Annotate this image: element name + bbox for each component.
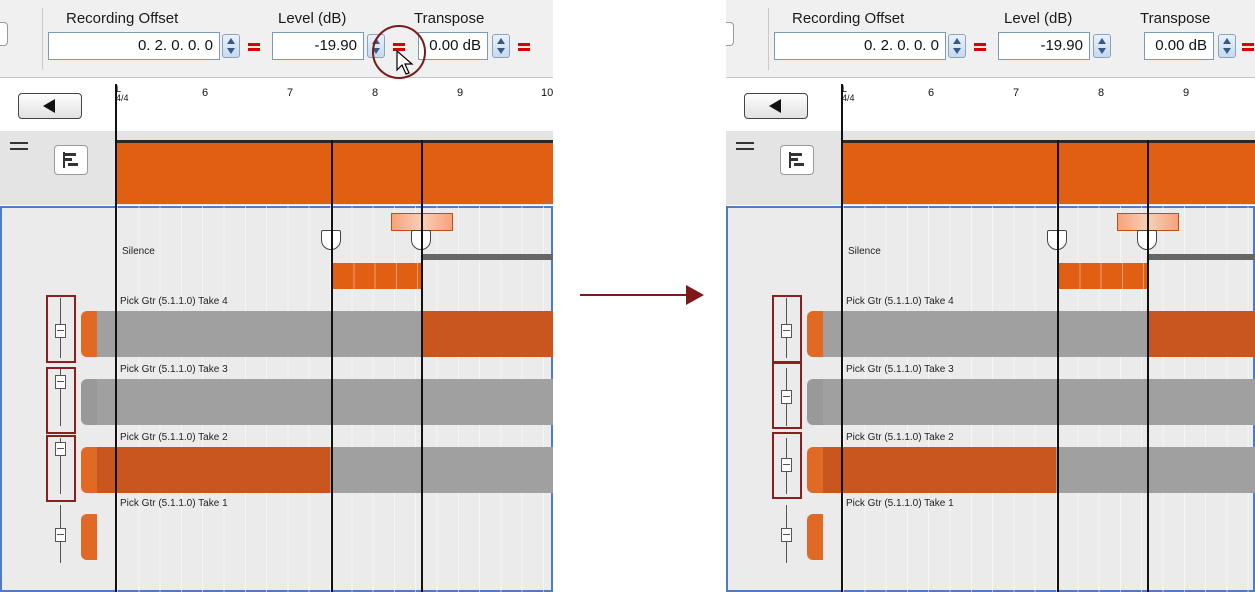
take-4-active-region[interactable]	[422, 311, 553, 357]
fader-highlight-box	[46, 367, 76, 434]
recording-offset-link-icon[interactable]	[248, 43, 260, 51]
selection-bar	[1148, 254, 1255, 260]
take-1-fader[interactable]	[781, 528, 792, 542]
back-arrow-button[interactable]	[744, 93, 808, 119]
take-4-tab[interactable]	[807, 311, 823, 357]
ruler-bar-8: 8	[1098, 87, 1105, 99]
comp-clip[interactable]	[841, 140, 1255, 204]
take-2-tab[interactable]	[81, 447, 97, 493]
ruler-bar-9: 9	[1183, 87, 1190, 99]
transpose-link-icon[interactable]	[1242, 43, 1254, 51]
level-field[interactable]: -19.90	[998, 32, 1090, 60]
lane-view-icon[interactable]	[780, 145, 814, 175]
take-4-label: Pick Gtr (5.1.1.0) Take 4	[846, 296, 954, 307]
ruler-area: L 4/4 6 7 8 9 10	[0, 79, 553, 131]
take-3-label: Pick Gtr (5.1.1.0) Take 3	[846, 364, 954, 375]
panel-after: Recording Offset Level (dB) Transpose 0.…	[726, 0, 1255, 592]
take-2-label: Pick Gtr (5.1.1.0) Take 2	[120, 432, 228, 443]
recording-offset-link-icon[interactable]	[974, 43, 986, 51]
take-4-tab[interactable]	[81, 311, 97, 357]
lane-view-icon[interactable]	[54, 145, 88, 175]
locator-marker[interactable]: L 4/4	[842, 85, 855, 103]
fader-highlight-box	[46, 295, 76, 363]
toolbar-divider	[768, 8, 769, 70]
take-3-label: Pick Gtr (5.1.1.0) Take 3	[120, 364, 228, 375]
take-2-active-region[interactable]	[97, 447, 330, 493]
transpose-label: Transpose	[1140, 10, 1211, 27]
ruler-bar-9: 9	[457, 87, 464, 99]
transition-arrow-head	[686, 285, 704, 305]
level-field[interactable]: -19.90	[272, 32, 364, 60]
list-view-icon[interactable]	[10, 140, 44, 170]
transpose-spin-icon[interactable]	[1218, 34, 1236, 58]
transition-arrow	[580, 294, 690, 296]
take-2-region[interactable]	[1056, 447, 1255, 493]
silence-segment[interactable]	[332, 263, 422, 289]
back-arrow-button[interactable]	[18, 93, 82, 119]
take-3-tab[interactable]	[81, 379, 97, 425]
transpose-field[interactable]: 0.00 dB	[418, 32, 488, 60]
take-2-tab[interactable]	[807, 447, 823, 493]
level-label: Level (dB)	[278, 10, 347, 27]
recording-offset-spin-icon[interactable]	[948, 34, 966, 58]
take-1-tab[interactable]	[807, 514, 823, 560]
recording-offset-label: Recording Offset	[792, 10, 905, 27]
level-spin-icon[interactable]	[1093, 34, 1111, 58]
toolbar-edge-button[interactable]	[0, 22, 8, 46]
transpose-field[interactable]: 0.00 dB	[1144, 32, 1214, 60]
toolbar: Recording Offset Level (dB) Transpose 0.…	[0, 0, 553, 79]
panel-before: Recording Offset Level (dB) Transpose 0.…	[0, 0, 553, 592]
fader-highlight-box	[46, 435, 76, 502]
take-3-region[interactable]	[823, 379, 1255, 425]
take-4-region[interactable]	[823, 311, 1148, 357]
take-1-label: Pick Gtr (5.1.1.0) Take 1	[846, 498, 954, 509]
take-2-label: Pick Gtr (5.1.1.0) Take 2	[846, 432, 954, 443]
locator-marker[interactable]: L 4/4	[116, 85, 129, 103]
take-1-fader[interactable]	[55, 528, 66, 542]
fader-highlight-box	[772, 362, 802, 429]
recording-offset-field[interactable]: 0. 2. 0. 0. 0	[48, 32, 220, 60]
pointer-icon	[396, 50, 414, 75]
ruler-bar-6: 6	[202, 87, 209, 99]
silence-label: Silence	[848, 246, 881, 257]
take-4-label: Pick Gtr (5.1.1.0) Take 4	[120, 296, 228, 307]
comp-boundary-line	[1057, 140, 1059, 592]
silence-label: Silence	[122, 246, 155, 257]
selection-bar	[422, 254, 553, 260]
ruler-bar-8: 8	[372, 87, 379, 99]
take-1-label: Pick Gtr (5.1.1.0) Take 1	[120, 498, 228, 509]
toolbar-divider	[42, 8, 43, 70]
ruler-area: L 4/4 6 7 8 9	[726, 79, 1255, 131]
playhead-line	[115, 84, 117, 592]
ruler-bar-6: 6	[928, 87, 935, 99]
transpose-spin-icon[interactable]	[492, 34, 510, 58]
fader-highlight-box	[772, 295, 802, 363]
ruler-bar-7: 7	[1013, 87, 1020, 99]
comp-boundary-line	[331, 140, 333, 592]
recording-offset-field[interactable]: 0. 2. 0. 0. 0	[774, 32, 946, 60]
ruler-bar-7: 7	[287, 87, 294, 99]
comp-boundary-line	[1147, 140, 1149, 592]
comp-boundary-line	[421, 140, 423, 592]
comp-clip[interactable]	[115, 140, 553, 204]
take-2-active-region[interactable]	[823, 447, 1056, 493]
take-2-region[interactable]	[330, 447, 553, 493]
ruler-bar-10: 10	[541, 87, 553, 99]
take-3-region[interactable]	[97, 379, 553, 425]
take-1-tab[interactable]	[81, 514, 97, 560]
playhead-line	[841, 84, 843, 592]
transpose-label: Transpose	[414, 10, 485, 27]
toolbar: Recording Offset Level (dB) Transpose 0.…	[726, 0, 1255, 78]
take-3-tab[interactable]	[807, 379, 823, 425]
silence-segment[interactable]	[1058, 263, 1148, 289]
take-4-active-region[interactable]	[1148, 311, 1255, 357]
list-view-icon[interactable]	[736, 140, 770, 170]
recording-offset-spin-icon[interactable]	[222, 34, 240, 58]
recording-offset-label: Recording Offset	[66, 10, 179, 27]
level-label: Level (dB)	[1004, 10, 1073, 27]
fader-highlight-box	[772, 432, 802, 499]
transpose-link-icon[interactable]	[518, 43, 530, 51]
toolbar-edge-button[interactable]	[726, 22, 734, 46]
take-4-region[interactable]	[97, 311, 422, 357]
